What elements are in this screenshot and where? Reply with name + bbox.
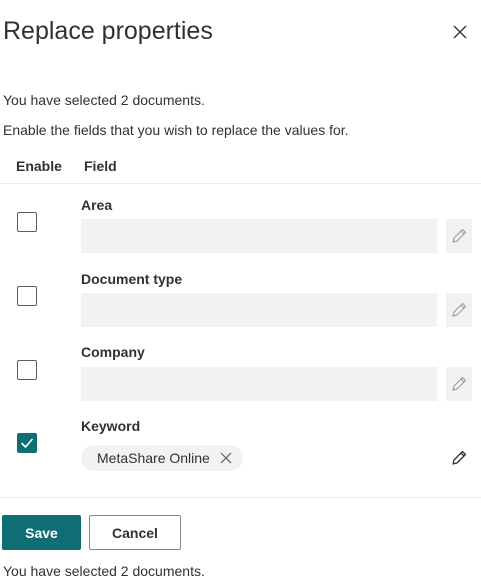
edit-button-area[interactable] bbox=[446, 219, 472, 253]
enable-checkbox-area[interactable] bbox=[17, 212, 37, 232]
header-divider bbox=[0, 183, 481, 184]
field-label-company: Company bbox=[81, 344, 145, 360]
instruction-text: Enable the fields that you wish to repla… bbox=[3, 122, 349, 138]
pencil-icon bbox=[452, 376, 467, 391]
pencil-icon bbox=[452, 302, 467, 317]
edit-button-keyword[interactable] bbox=[446, 445, 472, 471]
save-button[interactable]: Save bbox=[2, 515, 81, 550]
close-button[interactable] bbox=[450, 22, 470, 42]
selected-count-text: You have selected 2 documents. bbox=[3, 92, 205, 108]
field-label-document-type: Document type bbox=[81, 271, 183, 287]
field-label-keyword: Keyword bbox=[81, 418, 141, 434]
close-icon bbox=[453, 25, 467, 39]
field-input-company[interactable] bbox=[81, 367, 437, 401]
keyword-tag-label: MetaShare Online bbox=[97, 450, 210, 466]
cancel-button[interactable]: Cancel bbox=[89, 515, 181, 550]
pencil-icon bbox=[452, 228, 467, 243]
enable-checkbox-company[interactable] bbox=[17, 360, 37, 380]
edit-button-company[interactable] bbox=[446, 367, 472, 401]
dialog-title: Replace properties bbox=[3, 17, 213, 45]
enable-checkbox-document-type[interactable] bbox=[17, 286, 37, 306]
pencil-icon bbox=[452, 450, 467, 465]
checkmark-icon bbox=[21, 438, 33, 448]
edit-button-document-type[interactable] bbox=[446, 293, 472, 327]
footer-divider bbox=[0, 497, 481, 498]
enable-checkbox-keyword[interactable] bbox=[17, 433, 37, 453]
close-icon bbox=[220, 452, 232, 464]
field-input-area[interactable] bbox=[81, 219, 437, 253]
field-input-document-type[interactable] bbox=[81, 293, 437, 327]
keyword-tag: MetaShare Online bbox=[81, 445, 243, 471]
field-label-area: Area bbox=[81, 197, 113, 213]
field-column-header: Field bbox=[84, 158, 117, 174]
remove-tag-button[interactable] bbox=[219, 451, 233, 465]
enable-column-header: Enable bbox=[16, 158, 62, 174]
footer-selected-count-text: You have selected 2 documents. bbox=[3, 563, 205, 579]
